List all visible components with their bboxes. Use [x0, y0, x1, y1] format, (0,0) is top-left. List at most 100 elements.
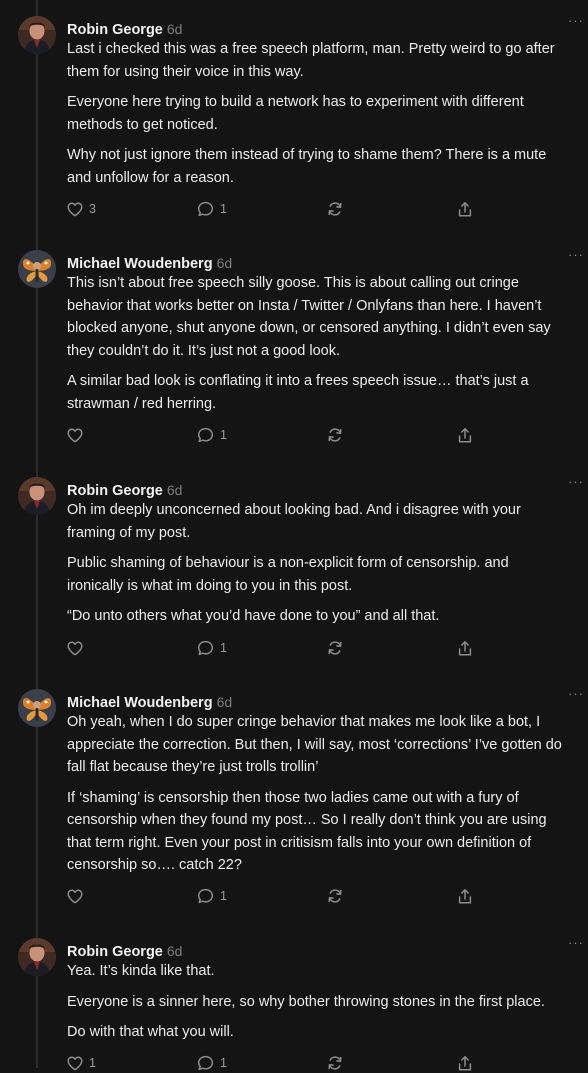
comment-text-line: blocked anyone, shut anyone down, or cen… — [67, 320, 551, 336]
comment-text-line: Why not just ignore them instead of tryi… — [67, 147, 547, 163]
repost-icon — [327, 640, 343, 656]
share-button[interactable] — [457, 1053, 473, 1073]
comment-text-line: methods to get noticed. — [67, 116, 218, 133]
reply-button[interactable]: 1 — [197, 638, 227, 658]
comment-body: Yea. It’s kinda like that. Everyone is a … — [67, 960, 588, 1052]
thread-line — [36, 0, 38, 1068]
more-options-icon[interactable]: ··· — [568, 686, 584, 701]
reply-button[interactable]: 1 — [197, 425, 227, 445]
comment-text-line: Yea. It’s kinda like that. — [67, 963, 215, 979]
repost-button[interactable] — [327, 425, 343, 445]
comment-paragraph: A similar bad look is conflating it into… — [67, 370, 588, 415]
heart-icon — [67, 889, 83, 904]
repost-icon — [327, 1055, 343, 1071]
comment-paragraph: Last i checked this was a free speech pl… — [67, 38, 588, 83]
reply-button[interactable]: 1 — [197, 199, 227, 219]
comment-text-line: Oh yeah, when I do super cringe behavior… — [67, 714, 541, 730]
heart-icon — [67, 428, 83, 443]
more-options-icon[interactable]: ··· — [568, 935, 584, 950]
comment-text-line: they couldn’t do it. It’s just not a goo… — [67, 342, 340, 359]
repost-icon — [327, 201, 343, 217]
action-bar: 1 — [67, 886, 487, 906]
share-button[interactable] — [457, 425, 473, 445]
comment-header: Robin George 6d — [67, 19, 182, 39]
author-name[interactable]: Robin George — [67, 22, 163, 38]
share-icon — [457, 427, 473, 444]
like-button[interactable] — [67, 425, 83, 445]
repost-button[interactable] — [327, 199, 343, 219]
like-button[interactable]: 3 — [67, 199, 96, 219]
author-name[interactable]: Robin George — [67, 483, 163, 499]
more-options-icon[interactable]: ··· — [568, 13, 584, 28]
share-button[interactable] — [457, 886, 473, 906]
comment-bubble-icon — [197, 427, 214, 443]
avatar[interactable] — [18, 689, 56, 727]
comment-body: This isn’t about free speech silly goose… — [67, 272, 588, 423]
share-button[interactable] — [457, 638, 473, 658]
reply-button[interactable]: 1 — [197, 1053, 227, 1073]
reply-count: 1 — [220, 428, 227, 442]
comment-body: Oh im deeply unconcerned about looking b… — [67, 499, 588, 636]
author-name[interactable]: Michael Woudenberg — [67, 695, 213, 711]
comment-body: Oh yeah, when I do super cringe behavior… — [67, 711, 588, 885]
comment-text-line: them for using their voice in this way. — [67, 63, 304, 80]
action-bar: 1 — [67, 638, 487, 658]
like-button[interactable] — [67, 886, 83, 906]
comment-body: Last i checked this was a free speech pl… — [67, 38, 588, 197]
comment-text-line: that term right. Even your post in criti… — [67, 834, 532, 851]
reply-count: 1 — [220, 641, 227, 655]
comment-bubble-icon — [197, 640, 214, 656]
comment-text-line: and unfollow for a reason. — [67, 169, 234, 186]
comment-paragraph: Everyone is a sinner here, so why bother… — [67, 991, 588, 1014]
reply-button[interactable]: 1 — [197, 886, 227, 906]
comment-paragraph: Oh yeah, when I do super cringe behavior… — [67, 711, 588, 779]
like-button[interactable] — [67, 638, 83, 658]
repost-button[interactable] — [327, 638, 343, 658]
timestamp: 6d — [166, 943, 183, 959]
comment-text-line: If ‘shaming’ is censorship then those tw… — [67, 789, 519, 806]
comment-text-line: behavior that works better on Insta / Tw… — [67, 297, 542, 314]
comment-text-line: censorship so…. catch 22? — [67, 857, 242, 873]
comment-paragraph: Do with that what you will. — [67, 1021, 588, 1044]
share-button[interactable] — [457, 199, 473, 219]
more-options-icon[interactable]: ··· — [568, 474, 584, 489]
comment-text-line: fall flat because they’re just trolls tr… — [67, 759, 319, 775]
repost-button[interactable] — [327, 1053, 343, 1073]
share-icon — [457, 888, 473, 905]
like-button[interactable]: 1 — [67, 1053, 96, 1073]
avatar[interactable] — [18, 938, 56, 976]
action-bar: 31 — [67, 199, 487, 219]
avatar[interactable] — [18, 477, 56, 515]
timestamp: 6d — [216, 694, 233, 710]
comment-text-line: Everyone is a sinner here, so why bother… — [67, 993, 545, 1010]
author-name[interactable]: Robin George — [67, 944, 163, 960]
comment-paragraph: Yea. It’s kinda like that. — [67, 960, 588, 983]
comment-text-line: A similar bad look is conflating it into… — [67, 373, 529, 389]
comment-header: Michael Woudenberg 6d — [67, 692, 232, 712]
comment-paragraph: Everyone here trying to build a network … — [67, 91, 588, 136]
comment-text-line: Oh im deeply unconcerned about looking b… — [67, 502, 521, 518]
timestamp: 6d — [166, 482, 183, 498]
action-bar: 1 — [67, 425, 487, 445]
comment-text-line: Public shaming of behaviour is a non-exp… — [67, 555, 509, 571]
heart-icon — [67, 1056, 83, 1071]
comment-header: Robin George 6d — [67, 941, 182, 961]
avatar[interactable] — [18, 16, 56, 54]
repost-button[interactable] — [327, 886, 343, 906]
reply-count: 1 — [220, 202, 227, 216]
avatar[interactable] — [18, 250, 56, 288]
comment-header: Robin George 6d — [67, 480, 182, 500]
share-icon — [457, 201, 473, 218]
timestamp: 6d — [166, 21, 183, 37]
comment-header: Michael Woudenberg 6d — [67, 253, 232, 273]
author-name[interactable]: Michael Woudenberg — [67, 256, 213, 272]
reply-count: 1 — [220, 889, 227, 903]
more-options-icon[interactable]: ··· — [568, 247, 584, 262]
comment-text-line: censorship when they found my post… So I… — [67, 812, 547, 828]
action-bar: 11 — [67, 1053, 487, 1073]
comment-paragraph: Why not just ignore them instead of tryi… — [67, 144, 588, 189]
heart-icon — [67, 641, 83, 656]
comment-bubble-icon — [197, 1055, 214, 1071]
comment-text-line: This isn’t about free speech silly goose… — [67, 275, 519, 291]
repost-icon — [327, 427, 343, 443]
